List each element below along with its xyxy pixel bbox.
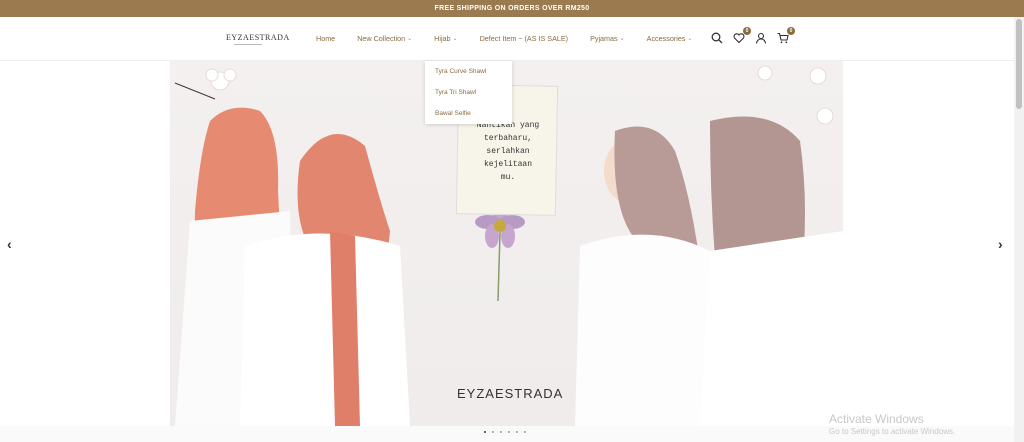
wishlist-count-badge: 0 bbox=[743, 27, 751, 35]
scrollbar-thumb[interactable] bbox=[1016, 19, 1022, 109]
note-line: mu. bbox=[500, 173, 516, 182]
slider-dot[interactable] bbox=[492, 431, 494, 433]
menu-item-bawal-selfie[interactable]: Bawal Selfie bbox=[425, 108, 512, 129]
nav-home-label: Home bbox=[316, 34, 336, 43]
user-icon[interactable] bbox=[755, 31, 767, 44]
page-scrollbar[interactable] bbox=[1014, 17, 1024, 442]
slider-dot[interactable] bbox=[500, 431, 502, 433]
note-line: serlahkan bbox=[486, 147, 530, 156]
wishlist-heart-icon[interactable]: 0 bbox=[733, 27, 751, 44]
watermark-title: Activate Windows bbox=[829, 412, 924, 426]
nav-pyjamas-label: Pyjamas bbox=[590, 34, 618, 43]
hero-brand: EYZAESTRADA bbox=[457, 386, 564, 401]
hijab-dropdown-menu: Tyra Curve Shawl Tyra Tri Shawl Bawal Se… bbox=[425, 61, 512, 124]
announcement-text: FREE SHIPPING ON ORDERS OVER RM250 bbox=[434, 5, 590, 12]
slider-next-button[interactable]: › bbox=[998, 236, 1003, 252]
chevron-down-icon: ⌄ bbox=[687, 36, 693, 42]
logo-underline bbox=[234, 44, 262, 45]
cart-count-badge: 0 bbox=[787, 27, 795, 35]
slider-dot[interactable] bbox=[484, 431, 486, 433]
nav-pyjamas[interactable]: Pyjamas ⌄ bbox=[590, 34, 625, 43]
header-icons: 0 0 bbox=[711, 27, 795, 44]
logo[interactable]: EYZAESTRADA bbox=[226, 33, 290, 42]
watermark-subtitle: Go to Settings to activate Windows. bbox=[829, 427, 956, 436]
slider-dot[interactable] bbox=[516, 431, 518, 433]
chevron-down-icon: ⌄ bbox=[407, 36, 413, 42]
slider-dots bbox=[484, 431, 526, 433]
note-line: kejelitaan bbox=[483, 160, 532, 169]
search-icon[interactable] bbox=[711, 31, 723, 44]
menu-item-tyra-curve-shawl[interactable]: Tyra Curve Shawl bbox=[425, 66, 512, 87]
chevron-down-icon: ⌄ bbox=[452, 36, 458, 42]
nav-new-collection[interactable]: New Collection ⌄ bbox=[357, 34, 412, 43]
nav-defect-item-label: Defect Item ~ (AS IS SALE) bbox=[479, 34, 569, 43]
slider-dot[interactable] bbox=[524, 431, 526, 433]
nav-home[interactable]: Home bbox=[316, 34, 335, 43]
announcement-bar: FREE SHIPPING ON ORDERS OVER RM250 bbox=[0, 0, 1024, 17]
nav-defect-item[interactable]: Defect Item ~ (AS IS SALE) bbox=[480, 34, 568, 43]
menu-item-tyra-tri-shawl[interactable]: Tyra Tri Shawl bbox=[425, 87, 512, 108]
windows-activation-watermark: Activate Windows Go to Settings to activ… bbox=[829, 412, 955, 436]
slider-prev-button[interactable]: ‹ bbox=[7, 236, 12, 252]
main-nav: Home New Collection ⌄ Hijab ⌄ Defect Item … bbox=[316, 34, 714, 43]
site-header: EYZAESTRADA Home New Collection ⌄ Hijab ⌄ … bbox=[0, 17, 1014, 61]
nav-accessories[interactable]: Accessories ⌄ bbox=[647, 34, 693, 43]
nav-new-collection-label: New Collection bbox=[357, 34, 406, 43]
chevron-down-icon: ⌄ bbox=[619, 36, 625, 42]
slider-dot[interactable] bbox=[508, 431, 510, 433]
nav-hijab[interactable]: Hijab ⌄ bbox=[434, 34, 457, 43]
nav-hijab-label: Hijab bbox=[434, 34, 451, 43]
note-line: terbaharu, bbox=[483, 134, 532, 143]
cart-icon[interactable]: 0 bbox=[777, 27, 795, 44]
nav-accessories-label: Accessories bbox=[646, 34, 686, 43]
